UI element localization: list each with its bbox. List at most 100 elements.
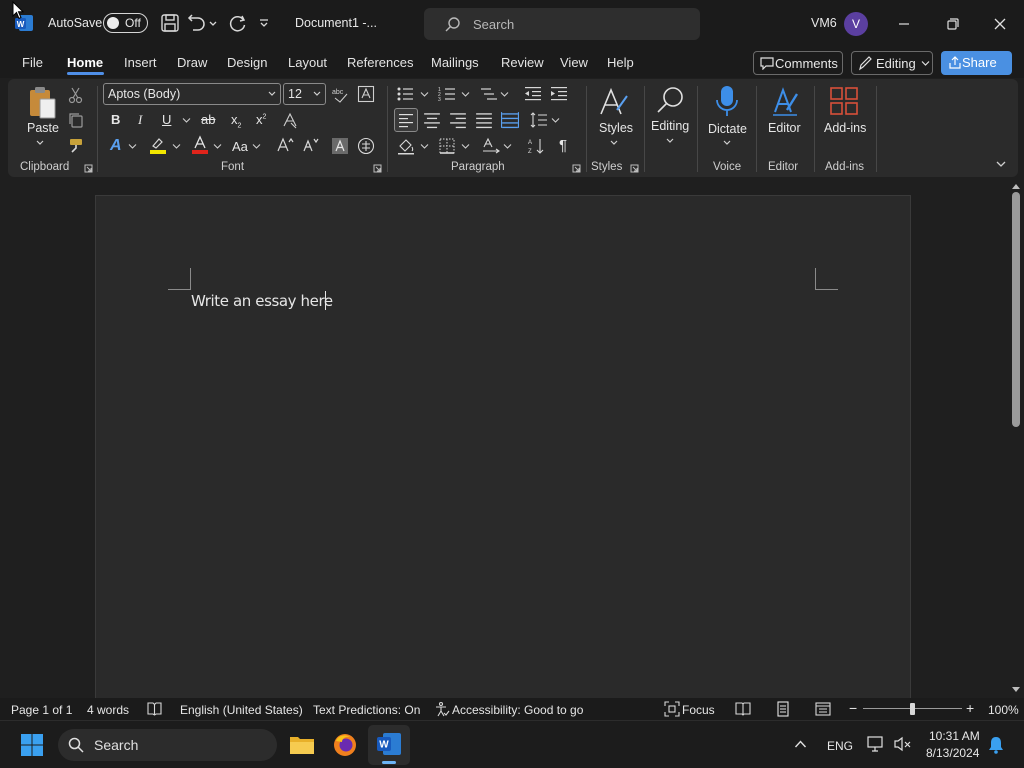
align-left-button[interactable] [394,108,418,132]
editing-group-button[interactable]: Editing [651,119,689,133]
character-shading-icon[interactable] [331,137,349,155]
underline-button[interactable]: U [162,112,171,127]
chevron-down-icon[interactable] [551,117,560,124]
editor-button[interactable]: Editor [768,121,801,135]
align-center-icon[interactable] [423,111,441,129]
word-count[interactable]: 4 words [87,703,129,717]
chevron-down-icon[interactable] [609,139,619,147]
chevron-down-icon[interactable] [213,143,222,150]
find-magnifier-icon[interactable] [655,84,687,116]
zoom-level[interactable]: 100% [988,703,1019,717]
editing-mode-button[interactable]: Editing [851,51,933,75]
word-taskbar-button[interactable]: W [368,725,410,765]
shrink-font-icon[interactable] [302,136,320,154]
tab-design[interactable]: Design [227,55,267,70]
page-count[interactable]: Page 1 of 1 [11,703,72,717]
maximize-icon[interactable] [940,12,964,36]
zoom-slider-thumb[interactable] [910,703,915,715]
tab-help[interactable]: Help [607,55,634,70]
font-color-icon[interactable] [190,135,210,155]
read-mode-icon[interactable] [735,701,751,717]
volume-muted-icon[interactable] [894,736,912,752]
styles-icon[interactable] [597,86,631,120]
input-language[interactable]: ENG [827,739,853,753]
chevron-down-icon[interactable] [461,143,470,150]
avatar[interactable]: V [844,12,868,36]
justify-icon[interactable] [475,111,493,129]
zoom-out-icon[interactable]: − [849,700,857,716]
increase-indent-icon[interactable] [550,85,568,103]
minimize-icon[interactable] [892,12,916,36]
document-title[interactable]: Document1 -... [295,16,377,30]
clear-formatting-abc-icon[interactable]: abc [331,85,349,103]
document-body-text[interactable]: Write an essay here [191,292,333,310]
print-layout-icon[interactable] [775,701,791,717]
undo-icon[interactable] [186,12,208,34]
taskbar-search-box[interactable]: Search [58,729,277,761]
strikethrough-button[interactable]: ab [201,112,215,127]
chevron-down-icon[interactable] [172,143,181,150]
redo-icon[interactable] [226,12,248,34]
tab-references[interactable]: References [347,55,413,70]
proofing-book-icon[interactable] [147,702,162,716]
text-effects-icon[interactable]: A [110,137,122,155]
collapse-ribbon-chevron-icon[interactable] [995,159,1007,169]
enclose-characters-icon[interactable] [357,137,375,155]
copy-icon[interactable] [67,111,85,129]
text-effects-box-icon[interactable] [357,85,375,103]
dictate-label[interactable]: Dictate [708,122,747,136]
clock-date[interactable]: 8/13/2024 [926,746,979,760]
windows-start-icon[interactable] [20,733,44,757]
grow-font-icon[interactable] [276,136,294,154]
chevron-down-icon[interactable] [500,91,509,98]
clock-time[interactable]: 10:31 AM [929,729,980,743]
borders-icon[interactable] [438,137,456,155]
chevron-down-icon[interactable] [420,91,429,98]
distributed-icon[interactable] [501,111,519,129]
format-painter-icon[interactable] [67,137,85,155]
accessibility-icon[interactable] [434,701,450,717]
clear-formatting-icon[interactable] [281,111,299,129]
font-dialog-launcher-icon[interactable] [373,164,382,173]
cut-icon[interactable] [67,86,85,104]
undo-dropdown-chevron-icon[interactable] [207,12,219,34]
chevron-down-icon[interactable] [503,143,512,150]
styles-dialog-launcher-icon[interactable] [630,164,639,173]
show-hidden-icons-chevron-icon[interactable] [794,739,807,749]
microphone-icon[interactable] [714,84,740,120]
highlight-color-icon[interactable] [148,135,168,155]
shading-icon[interactable] [397,137,415,155]
customize-toolbar-icon[interactable] [256,12,272,34]
network-icon[interactable] [867,736,885,752]
styles-label[interactable]: Styles [599,121,633,135]
scroll-down-icon[interactable] [1011,686,1021,694]
line-spacing-icon[interactable] [530,111,548,129]
chevron-down-icon[interactable] [722,139,732,147]
chevron-down-icon[interactable] [252,143,261,150]
change-case-button[interactable]: Aa [232,139,248,154]
tab-review[interactable]: Review [501,55,544,70]
chevron-down-icon[interactable] [267,87,277,101]
autosave-toggle[interactable]: Off [103,13,148,33]
title-search-box[interactable]: Search [424,8,700,40]
multilevel-list-icon[interactable] [480,85,498,103]
chevron-down-icon[interactable] [461,91,470,98]
document-page[interactable] [95,195,911,705]
language-status[interactable]: English (United States) [180,703,303,717]
firefox-icon[interactable] [332,732,358,758]
tab-insert[interactable]: Insert [124,55,157,70]
chevron-down-icon[interactable] [420,143,429,150]
vertical-scrollbar[interactable] [1008,180,1024,698]
paste-icon[interactable] [27,86,57,120]
tab-file[interactable]: File [22,55,43,70]
save-icon[interactable] [159,12,181,34]
tab-draw[interactable]: Draw [177,55,207,70]
editor-icon[interactable] [769,84,801,118]
bold-button[interactable]: B [111,112,120,127]
notification-bell-icon[interactable] [988,736,1004,754]
paste-options-chevron-icon[interactable] [35,139,45,147]
chevron-down-icon[interactable] [312,87,322,101]
focus-mode-button[interactable]: Focus [682,703,715,717]
text-direction-icon[interactable] [482,137,500,155]
scrollbar-thumb[interactable] [1012,192,1020,427]
